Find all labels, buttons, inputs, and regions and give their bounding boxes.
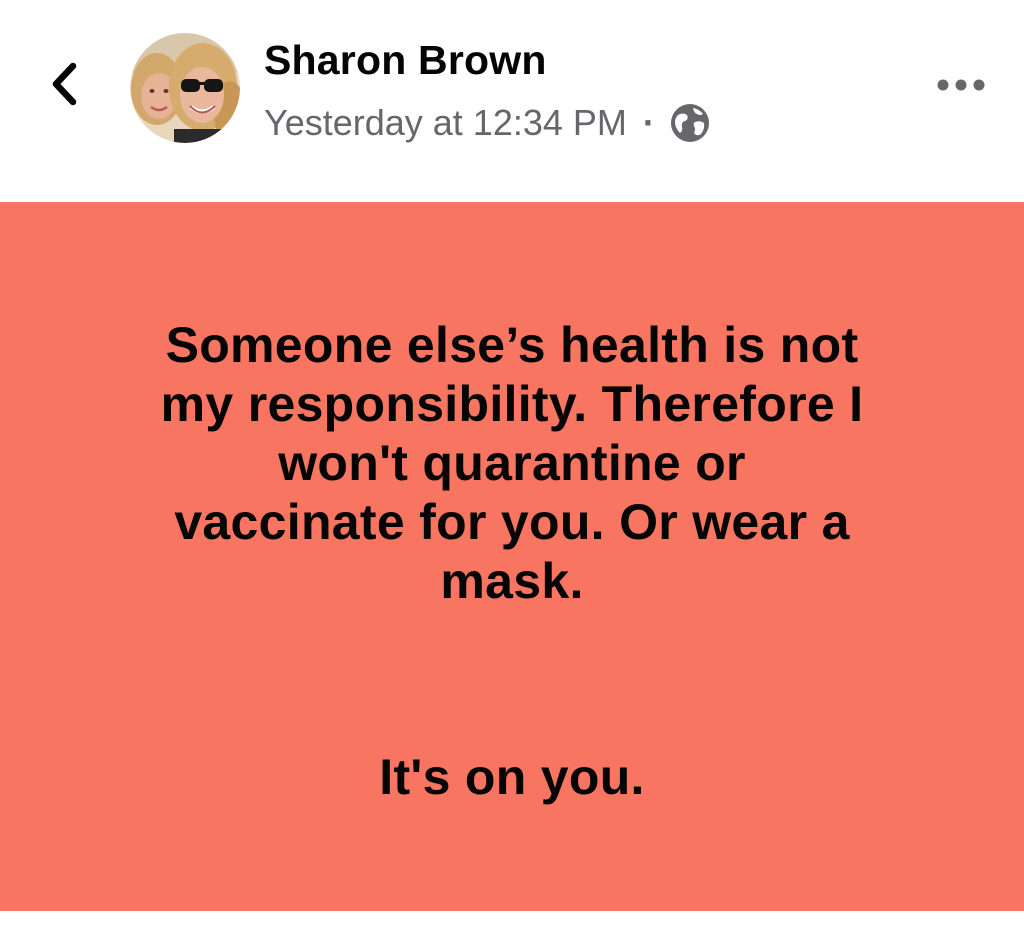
avatar[interactable] <box>130 33 240 143</box>
post-timestamp[interactable]: Yesterday at 12:34 PM <box>264 102 627 144</box>
post-text-main: Someone else’s health is not my responsi… <box>160 317 864 609</box>
back-button[interactable] <box>36 58 92 114</box>
post-header: Sharon Brown Yesterday at 12:34 PM · <box>0 0 1024 201</box>
more-options-button[interactable] <box>924 62 998 112</box>
author-name[interactable]: Sharon Brown <box>264 37 547 84</box>
meta-separator: · <box>642 102 655 143</box>
chevron-left-icon <box>49 61 79 112</box>
more-horizontal-icon <box>936 78 986 97</box>
globe-icon[interactable] <box>669 102 711 144</box>
post-meta: Yesterday at 12:34 PM · <box>264 100 711 146</box>
post-screen: Sharon Brown Yesterday at 12:34 PM · Som… <box>0 0 1024 934</box>
bottom-divider <box>0 911 1024 934</box>
post-text-closing: It's on you. <box>379 749 645 805</box>
